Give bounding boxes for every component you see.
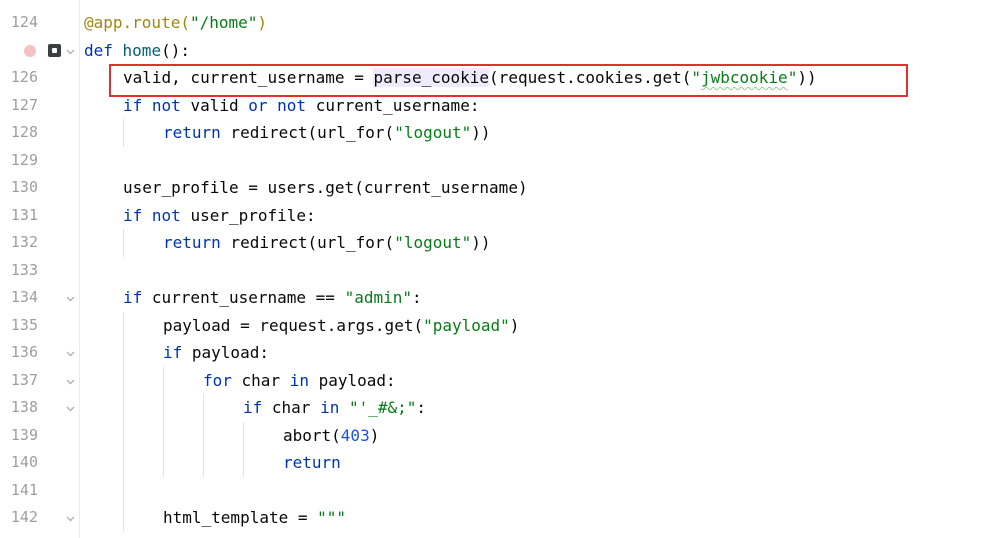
code-text: abort(403)	[283, 425, 380, 445]
line-number: 133	[10, 260, 38, 279]
code-text: def home():	[84, 40, 190, 60]
code-line-138[interactable]: 138 if char in "'_#&;":	[0, 394, 999, 422]
code-line-142[interactable]: 142 html_template = """	[0, 504, 999, 532]
indent-guide	[163, 449, 164, 477]
indent-guide	[123, 449, 124, 477]
code-line-140[interactable]: 140 return	[0, 449, 999, 477]
indent-guide	[123, 311, 124, 339]
code-text: if char in "'_#&;":	[243, 398, 427, 417]
line-number: 127	[10, 95, 38, 114]
run-gutter-icon[interactable]	[48, 43, 61, 57]
code-line-130[interactable]: 130 user_profile = users.get(current_use…	[0, 174, 999, 202]
line-number: 134	[10, 288, 38, 306]
indent-guide	[243, 449, 244, 477]
line-number: 126	[10, 68, 38, 86]
line-number: 128	[10, 123, 38, 141]
line-number: 131	[10, 205, 38, 224]
line-number: 136	[10, 343, 38, 361]
code-text: if payload:	[163, 343, 269, 362]
code-line-139[interactable]: 139 abort(403)	[0, 421, 999, 449]
code-text: if not user_profile:	[123, 205, 316, 225]
code-line-124[interactable]: 124 @app.route("/home")	[0, 9, 999, 37]
breakpoint-icon[interactable]	[24, 44, 36, 57]
code-text: @app.route("/home")	[84, 13, 268, 32]
line-number: 142	[10, 508, 38, 526]
code-text: user_profile = users.get(current_usernam…	[123, 178, 528, 197]
line-number: 130	[10, 178, 38, 196]
code-line-128[interactable]: 128 return redirect(url_for("logout"))	[0, 119, 999, 147]
code-line-135[interactable]: 135 payload = request.args.get("payload"…	[0, 311, 999, 339]
indent-guide	[123, 339, 124, 367]
indent-guide	[123, 366, 124, 394]
indent-guide	[123, 229, 124, 257]
code-editor[interactable]: 124 @app.route("/home") def home(): 126 …	[0, 0, 999, 538]
indent-guide	[123, 119, 124, 147]
line-number: 139	[10, 425, 38, 444]
code-text: html_template = """	[163, 508, 347, 527]
fold-chevron-icon[interactable]	[66, 514, 75, 523]
indent-guide	[163, 366, 164, 394]
code-text: return redirect(url_for("logout"))	[163, 233, 491, 252]
code-text: payload = request.args.get("payload")	[163, 315, 520, 335]
fold-chevron-icon[interactable]	[66, 349, 75, 358]
indent-guide	[123, 394, 124, 422]
fold-chevron-icon[interactable]	[66, 404, 75, 413]
fold-chevron-icon[interactable]	[66, 377, 75, 386]
line-number: 137	[10, 370, 38, 389]
indent-guide	[243, 421, 244, 449]
indent-guide	[163, 421, 164, 449]
indent-guide	[203, 449, 204, 477]
line-number: 135	[10, 315, 38, 334]
line-number: 124	[10, 13, 38, 31]
fold-chevron-icon[interactable]	[66, 47, 75, 56]
line-number: 138	[10, 398, 38, 416]
line-number: 140	[10, 453, 38, 471]
line-number: 141	[10, 480, 38, 499]
code-text: return	[283, 453, 341, 472]
indent-guide	[163, 394, 164, 422]
code-text: if current_username == "admin":	[123, 288, 422, 307]
code-line-125[interactable]: def home():	[0, 37, 999, 65]
indent-guide	[123, 421, 124, 449]
code-text: return redirect(url_for("logout"))	[163, 123, 491, 142]
code-line-129[interactable]: 129	[0, 147, 999, 175]
indent-guide	[203, 421, 204, 449]
indent-guide	[123, 504, 124, 532]
code-line-132[interactable]: 132 return redirect(url_for("logout"))	[0, 229, 999, 257]
code-line-131[interactable]: 131 if not user_profile:	[0, 202, 999, 230]
code-line-136[interactable]: 136 if payload:	[0, 339, 999, 367]
code-line-137[interactable]: 137 for char in payload:	[0, 366, 999, 394]
line-number: 132	[10, 233, 38, 251]
fold-chevron-icon[interactable]	[66, 294, 75, 303]
code-line-141[interactable]: 141	[0, 476, 999, 504]
line-number: 129	[10, 150, 38, 169]
code-line-134[interactable]: 134 if current_username == "admin":	[0, 284, 999, 312]
code-line-133[interactable]: 133	[0, 257, 999, 285]
indent-guide	[123, 476, 124, 504]
code-text: for char in payload:	[203, 370, 396, 390]
indent-guide	[203, 394, 204, 422]
highlight-annotation-box	[109, 64, 908, 97]
